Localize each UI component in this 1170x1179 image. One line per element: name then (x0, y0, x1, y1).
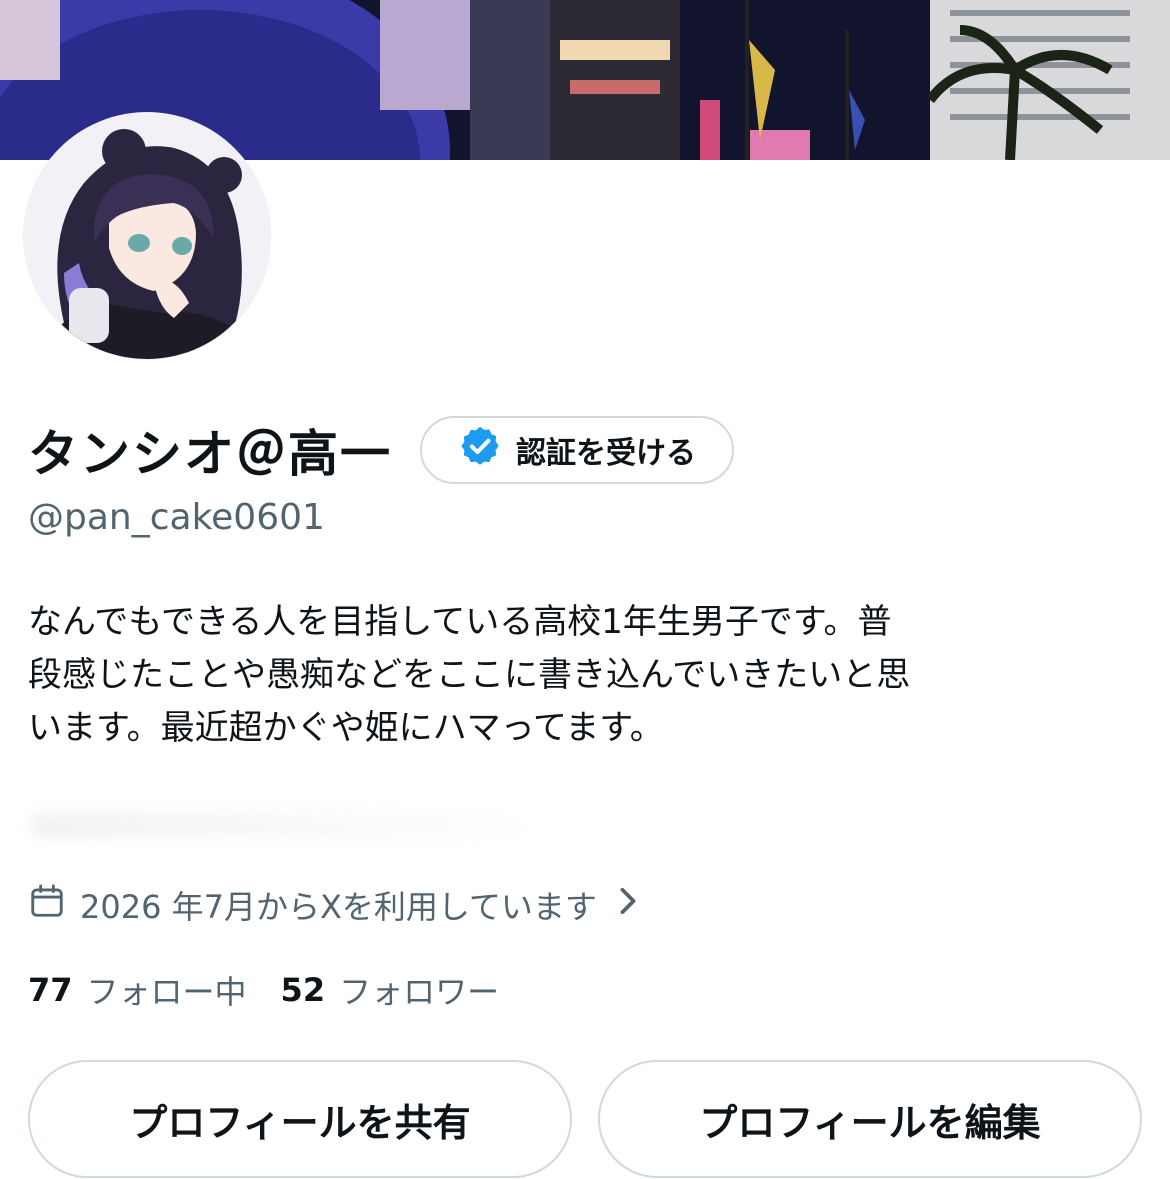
verified-badge-icon (458, 424, 502, 476)
edit-profile-button[interactable]: プロフィールを編集 (598, 1060, 1142, 1178)
display-name: タンシオ＠高一 (28, 425, 392, 483)
join-date-text: 2026 年7月からXを利用しています (80, 888, 597, 926)
get-verified-button[interactable]: 認証を受ける (420, 416, 734, 484)
blurred-redaction (30, 812, 550, 838)
share-profile-button[interactable]: プロフィールを共有 (28, 1060, 572, 1178)
bio: なんでもできる人を目指している高校1年生男子です。普 段感じたことや愚痴などをこ… (28, 596, 1138, 755)
get-verified-label: 認証を受ける (516, 436, 696, 471)
calendar-icon (28, 882, 66, 928)
chevron-right-icon (615, 886, 641, 924)
avatar[interactable] (24, 113, 270, 359)
followers-stat[interactable]: 52 フォロワー (281, 967, 500, 1013)
following-stat[interactable]: 77 フォロー中 (28, 967, 247, 1013)
name-row: タンシオ＠高一 認証を受ける (28, 405, 734, 495)
bio-line: 段感じたことや愚痴などをここに書き込んでいきたいと思 (28, 655, 911, 695)
followers-label: フォロワー (339, 973, 500, 1011)
following-count: 77 (28, 971, 73, 1009)
bio-line: なんでもできる人を目指している高校1年生男子です。普 (28, 602, 892, 642)
follow-stats: 77 フォロー中 52 フォロワー (28, 965, 533, 1015)
following-label: フォロー中 (86, 973, 247, 1011)
username-handle: @pan_cake0601 (28, 497, 325, 538)
followers-count: 52 (280, 971, 326, 1009)
join-date-row[interactable]: 2026 年7月からXを利用しています (28, 880, 641, 930)
bio-line: います。最近超かぐや姫にハマってます。 (28, 708, 664, 748)
